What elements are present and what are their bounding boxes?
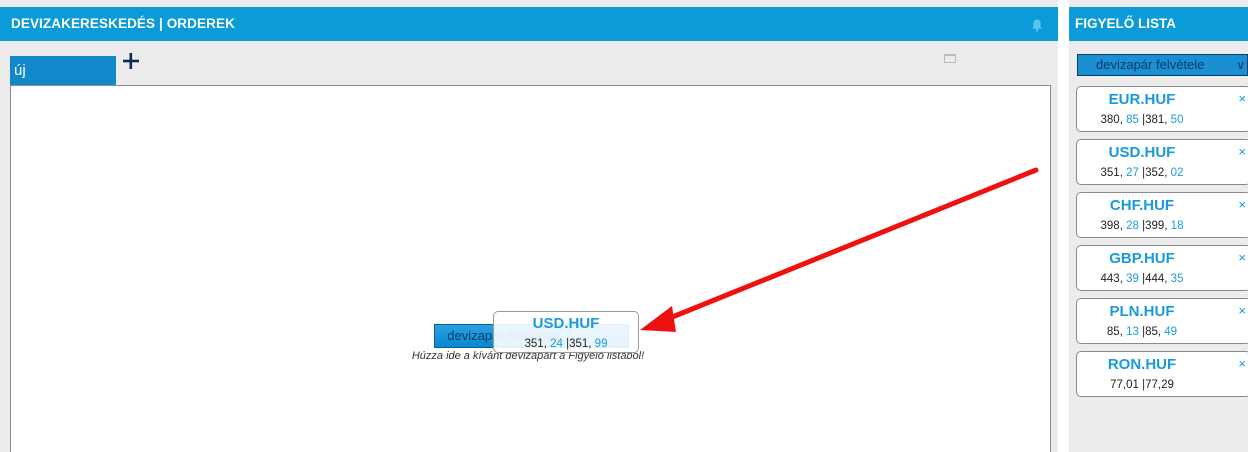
annotation-arrow [640, 167, 1039, 332]
